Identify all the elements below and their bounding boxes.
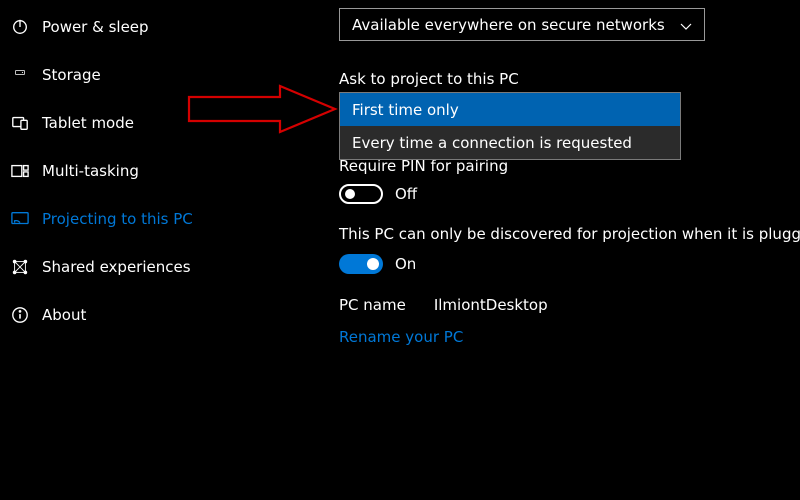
storage-icon — [10, 65, 30, 85]
rename-pc-link[interactable]: Rename your PC — [339, 328, 463, 346]
sidebar-item-label: Storage — [42, 66, 101, 84]
ask-to-project-label: Ask to project to this PC — [339, 70, 789, 88]
discover-when-plugged-label: This PC can only be discovered for proje… — [339, 225, 799, 243]
main-content: Available everywhere on secure networks … — [339, 8, 789, 88]
pc-name-row: PC name IlmiontDesktop — [339, 296, 548, 314]
sidebar-item-power-sleep[interactable]: Power & sleep — [0, 3, 250, 51]
discover-toggle[interactable] — [339, 254, 383, 274]
toggle-knob — [367, 258, 379, 270]
option-label: First time only — [352, 101, 459, 119]
discover-toggle-row: On — [339, 254, 416, 274]
sidebar-item-label: About — [42, 306, 86, 324]
settings-sidebar: Power & sleep Storage Tablet mode Multi-… — [0, 0, 250, 339]
sidebar-item-projecting[interactable]: Projecting to this PC — [0, 195, 250, 243]
require-pin-toggle-row: Off — [339, 184, 417, 204]
sidebar-item-storage[interactable]: Storage — [0, 51, 250, 99]
require-pin-toggle[interactable] — [339, 184, 383, 204]
sidebar-item-tablet-mode[interactable]: Tablet mode — [0, 99, 250, 147]
dropdown-option-first-time[interactable]: First time only — [340, 93, 680, 126]
toggle-knob — [345, 189, 355, 199]
power-icon — [10, 17, 30, 37]
select-value: Available everywhere on secure networks — [352, 16, 665, 34]
tablet-icon — [10, 113, 30, 133]
ask-to-project-dropdown[interactable]: First time only Every time a connection … — [339, 92, 681, 160]
network-availability-select[interactable]: Available everywhere on secure networks — [339, 8, 705, 41]
option-label: Every time a connection is requested — [352, 134, 632, 152]
about-icon — [10, 305, 30, 325]
sidebar-item-shared-experiences[interactable]: Shared experiences — [0, 243, 250, 291]
multitask-icon — [10, 161, 30, 181]
shared-icon — [10, 257, 30, 277]
dropdown-option-every-time[interactable]: Every time a connection is requested — [340, 126, 680, 159]
pc-name-value: IlmiontDesktop — [434, 296, 548, 314]
project-icon — [10, 209, 30, 229]
sidebar-item-label: Power & sleep — [42, 18, 149, 36]
toggle-state-label: On — [395, 255, 416, 273]
toggle-state-label: Off — [395, 185, 417, 203]
chevron-down-icon — [680, 19, 692, 31]
sidebar-item-label: Shared experiences — [42, 258, 191, 276]
sidebar-item-label: Tablet mode — [42, 114, 134, 132]
sidebar-item-label: Multi-tasking — [42, 162, 139, 180]
sidebar-item-about[interactable]: About — [0, 291, 250, 339]
sidebar-item-label: Projecting to this PC — [42, 210, 193, 228]
pc-name-label: PC name — [339, 296, 406, 314]
sidebar-item-multitasking[interactable]: Multi-tasking — [0, 147, 250, 195]
